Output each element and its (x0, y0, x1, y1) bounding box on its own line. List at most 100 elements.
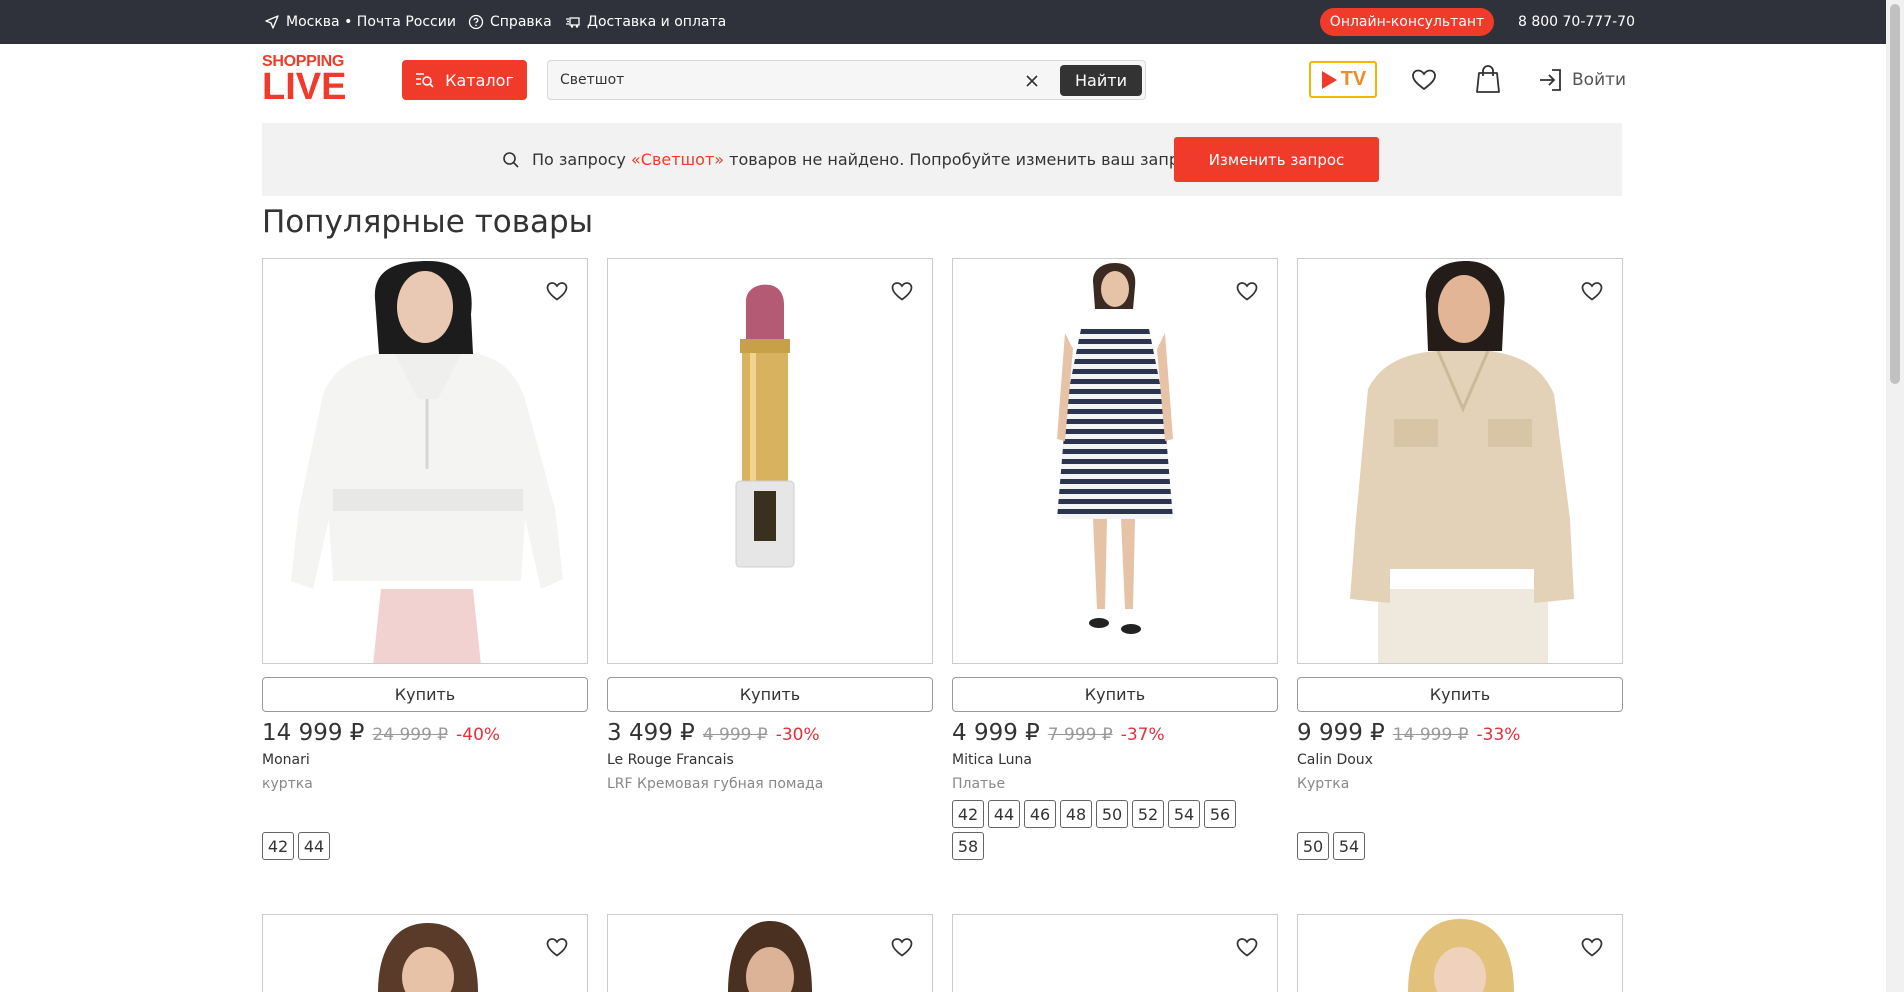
product-brand[interactable]: Le Rouge Francais (607, 752, 734, 768)
product-description: куртка (262, 776, 313, 792)
section-title: Популярные товары (262, 204, 594, 240)
discount-badge: -33% (1476, 725, 1521, 745)
size-option[interactable]: 44 (988, 800, 1020, 828)
login-label: Войти (1572, 70, 1627, 90)
size-option[interactable]: 48 (1060, 800, 1092, 828)
discount-badge: -30% (775, 725, 820, 745)
help-icon (468, 14, 484, 30)
shopping-live-tv-button[interactable]: TV (1309, 61, 1377, 98)
product-card-partial[interactable] (607, 914, 933, 992)
page-scrollbar[interactable] (1886, 0, 1904, 992)
buy-button[interactable]: Купить (262, 677, 588, 712)
product-image (728, 921, 812, 992)
size-option[interactable]: 42 (952, 800, 984, 828)
discount-badge: -40% (456, 725, 501, 745)
cart-bag-icon[interactable] (1475, 64, 1501, 94)
catalog-menu-search-icon (416, 73, 434, 88)
size-option[interactable]: 54 (1333, 832, 1365, 860)
product-description: Платье (952, 776, 1006, 792)
favorite-heart-icon[interactable] (1580, 935, 1604, 959)
size-option[interactable]: 46 (1024, 800, 1056, 828)
location-label: Москва • Почта России (286, 14, 456, 30)
play-icon (1321, 70, 1337, 89)
product-card-partial[interactable] (1297, 914, 1623, 992)
search-icon (503, 151, 519, 168)
product-image-link[interactable] (952, 258, 1278, 664)
price-row: 9 999 ₽ 14 999 ₽ -33% (1297, 720, 1520, 746)
current-price: 14 999 ₽ (262, 720, 365, 746)
not-found-message: По запросу «Светшот» товаров не найдено.… (502, 123, 1198, 196)
search-submit-button[interactable]: Найти (1060, 65, 1142, 96)
buy-button[interactable]: Купить (952, 677, 1278, 712)
delivery-link[interactable]: Доставка и оплата (565, 0, 726, 44)
product-image (378, 923, 478, 992)
close-icon (1026, 75, 1038, 87)
buy-button[interactable]: Купить (1297, 677, 1623, 712)
size-list: 50 54 (1297, 832, 1597, 860)
favorite-heart-icon[interactable] (1235, 279, 1259, 303)
product-image (953, 259, 1277, 663)
favorite-heart-icon[interactable] (890, 279, 914, 303)
current-price: 3 499 ₽ (607, 720, 695, 746)
old-price: 7 999 ₽ (1047, 725, 1113, 745)
login-button[interactable]: Войти (1538, 66, 1626, 94)
logo-line-2: LIVE (262, 66, 347, 108)
location-link[interactable]: Москва • Почта России (264, 0, 456, 44)
help-link[interactable]: Справка (468, 0, 552, 44)
size-option[interactable]: 50 (1297, 832, 1329, 860)
help-label: Справка (490, 14, 552, 30)
old-price: 4 999 ₽ (702, 725, 768, 745)
size-option[interactable]: 42 (262, 832, 294, 860)
product-brand[interactable]: Mitica Luna (952, 752, 1032, 768)
change-query-button[interactable]: Изменить запрос (1174, 137, 1379, 182)
size-option[interactable]: 50 (1096, 800, 1128, 828)
size-option[interactable]: 56 (1204, 800, 1236, 828)
product-card-partial[interactable] (262, 914, 588, 992)
delivery-label: Доставка и оплата (587, 14, 727, 30)
size-option[interactable]: 58 (952, 832, 984, 860)
location-arrow-icon (265, 15, 279, 29)
product-description: LRF Кремовая губная помада (607, 776, 824, 792)
product-image (1298, 259, 1622, 663)
product-card-partial[interactable] (952, 914, 1278, 992)
not-found-prefix: По запросу (532, 150, 626, 169)
product-image-link[interactable] (1297, 258, 1623, 664)
size-option[interactable]: 52 (1132, 800, 1164, 828)
buy-button[interactable]: Купить (607, 677, 933, 712)
product-image-link[interactable] (607, 258, 933, 664)
old-price: 14 999 ₽ (1392, 725, 1469, 745)
product-image (608, 259, 932, 663)
search-query: «Светшот» (630, 150, 725, 169)
size-list: 42 44 46 48 50 52 54 56 58 (952, 800, 1252, 860)
current-price: 9 999 ₽ (1297, 720, 1385, 746)
old-price: 24 999 ₽ (372, 725, 449, 745)
product-brand[interactable]: Monari (262, 752, 310, 768)
size-option[interactable]: 44 (298, 832, 330, 860)
favorite-heart-icon[interactable] (545, 279, 569, 303)
search-input[interactable] (560, 69, 1020, 91)
catalog-label: Каталог (445, 70, 514, 90)
shopping-live-logo[interactable]: SHOPPING LIVE (262, 54, 358, 108)
favorite-heart-icon[interactable] (545, 935, 569, 959)
online-consultant-button[interactable]: Онлайн-консультант (1320, 8, 1494, 36)
favorite-heart-icon[interactable] (890, 935, 914, 959)
size-list: 42 44 (262, 832, 562, 860)
price-row: 14 999 ₽ 24 999 ₽ -40% (262, 720, 500, 746)
size-option[interactable]: 54 (1168, 800, 1200, 828)
product-image (263, 259, 587, 663)
current-price: 4 999 ₽ (952, 720, 1040, 746)
top-bar: Москва • Почта России Справка Доставка и… (0, 0, 1886, 44)
clear-search-button[interactable] (1020, 69, 1044, 93)
phone-number[interactable]: 8 800 70-777-70 (1518, 0, 1635, 44)
login-icon (1540, 69, 1561, 91)
favorite-heart-icon[interactable] (1235, 935, 1259, 959)
favorites-heart-icon[interactable] (1411, 67, 1437, 93)
search-bar: Найти (547, 60, 1146, 100)
price-row: 3 499 ₽ 4 999 ₽ -30% (607, 720, 820, 746)
product-image-link[interactable] (262, 258, 588, 664)
scrollbar-thumb[interactable] (1890, 4, 1900, 384)
catalog-button[interactable]: Каталог (402, 60, 527, 100)
product-image (1408, 919, 1514, 992)
favorite-heart-icon[interactable] (1580, 279, 1604, 303)
product-brand[interactable]: Calin Doux (1297, 752, 1373, 768)
